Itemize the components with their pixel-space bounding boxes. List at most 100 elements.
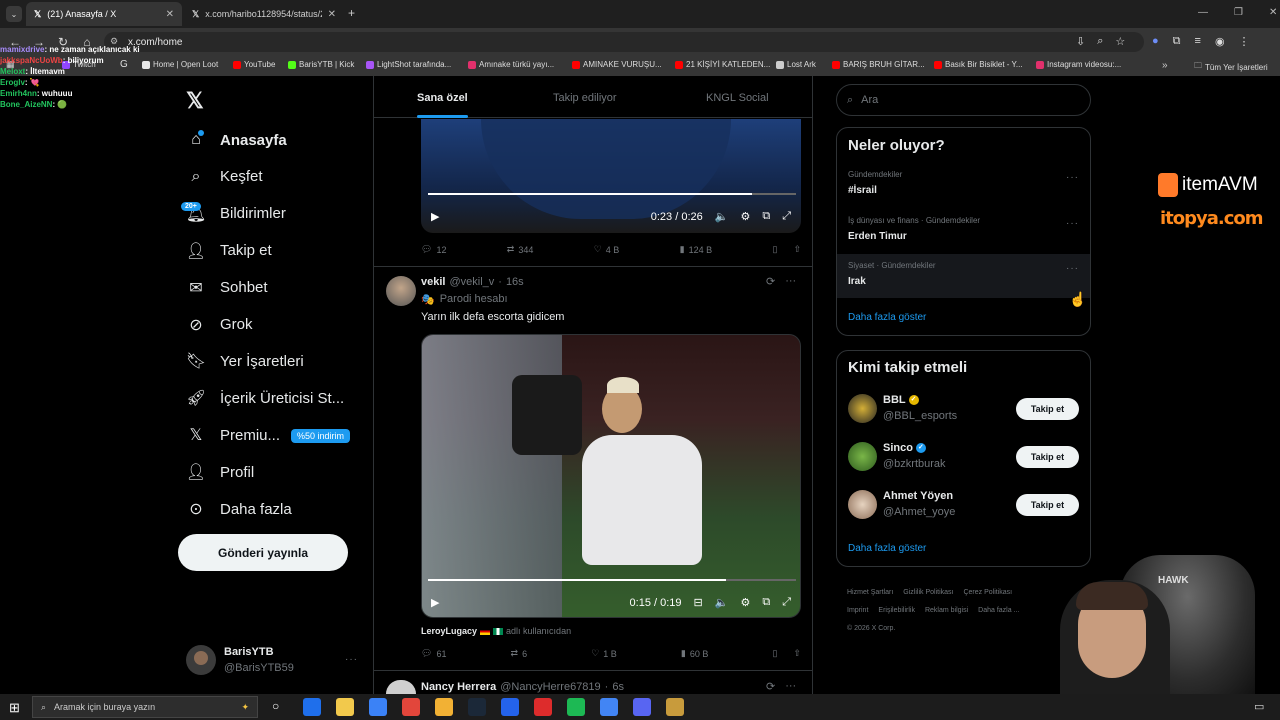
- windows-start-icon[interactable]: ⊞: [9, 700, 20, 716]
- like-button[interactable]: ♡ 4 B: [594, 244, 620, 255]
- close-tab-icon[interactable]: ✕: [328, 9, 336, 20]
- tab-following[interactable]: Takip ediliyor: [553, 92, 617, 104]
- trend-name[interactable]: Irak: [848, 276, 866, 287]
- trend-name[interactable]: #İsrail: [848, 185, 877, 196]
- minimize-icon[interactable]: —: [1198, 7, 1208, 18]
- chrome-icon[interactable]: [402, 698, 420, 716]
- bookmark-item[interactable]: Instagram videosu:...: [1036, 60, 1121, 69]
- play-icon[interactable]: ▶: [431, 210, 439, 223]
- follow-button[interactable]: Takip et: [1016, 494, 1079, 516]
- bookmark-icon[interactable]: ▯: [772, 648, 777, 659]
- who-show-more[interactable]: Daha fazla göster: [848, 543, 926, 554]
- bookmark-item[interactable]: YouTube: [233, 60, 275, 69]
- nav-daha-fazla[interactable]: ⊙ Daha fazla: [186, 499, 291, 519]
- views-button[interactable]: ▮ 60 B: [681, 648, 708, 659]
- follow-name-row[interactable]: Ahmet Yöyen: [883, 490, 953, 502]
- repost-button[interactable]: ⇄ 6: [511, 648, 528, 659]
- trend-more-icon[interactable]: ···: [1066, 172, 1079, 183]
- settings-icon[interactable]: ⚙: [740, 596, 750, 609]
- x-logo-icon[interactable]: 𝕏: [186, 88, 204, 114]
- window-close-icon[interactable]: ✕: [1269, 7, 1277, 18]
- settings-icon[interactable]: ⚙: [740, 210, 750, 223]
- nav-takip-et[interactable]: 👤︎ Takip et: [186, 241, 272, 261]
- bookmark-item[interactable]: BARIŞ BRUH GİTAR...: [832, 60, 925, 69]
- bookmark-icon[interactable]: ▯: [772, 244, 777, 255]
- captions-icon[interactable]: ⊟: [694, 596, 703, 609]
- follow-avatar[interactable]: [848, 442, 877, 471]
- fullscreen-icon[interactable]: ⤢: [782, 596, 791, 609]
- post3-name[interactable]: Nancy Herrera: [421, 681, 496, 693]
- task-view-icon[interactable]: ○: [272, 699, 279, 713]
- steam-icon[interactable]: [468, 698, 486, 716]
- follow-button[interactable]: Takip et: [1016, 398, 1079, 420]
- browser-tab-active[interactable]: 𝕏 (21) Anasayfa / X ✕: [26, 2, 182, 26]
- bookmarks-overflow-icon[interactable]: »: [1162, 60, 1168, 71]
- nav-grok[interactable]: ⊘ Grok: [186, 315, 252, 335]
- reply-button[interactable]: 💬︎ 12: [421, 244, 446, 255]
- edge-icon[interactable]: [369, 698, 387, 716]
- post2-handle[interactable]: @vekil_v: [449, 276, 494, 288]
- close-tab-icon[interactable]: ✕: [166, 9, 174, 20]
- account-more-icon[interactable]: ···: [345, 654, 358, 665]
- follow-avatar[interactable]: [848, 394, 877, 423]
- post-more-icon[interactable]: ···: [785, 680, 796, 693]
- maximize-icon[interactable]: ❐: [1234, 7, 1243, 18]
- new-tab-button[interactable]: +: [348, 6, 355, 20]
- game-app-icon[interactable]: [534, 698, 552, 716]
- pip-icon[interactable]: ⧉: [762, 210, 770, 223]
- notes-app-icon[interactable]: [336, 698, 354, 716]
- follow-avatar[interactable]: [848, 490, 877, 519]
- zoom-icon[interactable]: ⌕: [1097, 35, 1103, 48]
- pip-icon[interactable]: ⧉: [762, 596, 770, 609]
- trends-show-more[interactable]: Daha fazla göster: [848, 312, 926, 323]
- bookmark-item[interactable]: Lost Ark: [776, 60, 816, 69]
- footer-link[interactable]: Imprint: [847, 607, 868, 614]
- bookmark-item[interactable]: LightShot tarafında...: [366, 60, 451, 69]
- footer-link[interactable]: Hizmet Şartları: [847, 589, 893, 596]
- follow-button[interactable]: Takip et: [1016, 446, 1079, 468]
- footer-link[interactable]: Reklam bilgisi: [925, 607, 968, 614]
- reply-button[interactable]: 💬︎ 61: [421, 648, 446, 659]
- grok-icon[interactable]: ⟳: [766, 275, 775, 288]
- grok-icon[interactable]: ⟳: [766, 680, 775, 693]
- tab-for-you[interactable]: Sana özel: [417, 92, 468, 104]
- search-input[interactable]: ⌕ Ara: [836, 84, 1091, 116]
- play-icon[interactable]: ▶: [431, 596, 439, 609]
- notification-center-icon[interactable]: ▭: [1254, 700, 1264, 713]
- extension-icon[interactable]: ●: [1152, 35, 1159, 48]
- nav-profil[interactable]: 👤︎ Profil: [186, 462, 254, 482]
- post2-name[interactable]: vekil: [421, 276, 445, 288]
- taskbar-search[interactable]: ⌕ Aramak için buraya yazın ✦: [32, 696, 258, 718]
- all-bookmarks-folder[interactable]: 🗀 Tüm Yer İşaretleri: [1194, 60, 1268, 74]
- profile-icon[interactable]: ◉: [1215, 35, 1225, 48]
- volume-icon[interactable]: 🔈: [715, 210, 729, 223]
- share-icon[interactable]: ⇧: [793, 648, 801, 659]
- footer-link[interactable]: Daha fazla ...: [978, 607, 1019, 614]
- crypto-app-icon[interactable]: [303, 698, 321, 716]
- bookmark-item[interactable]: Amınake türkü yayı...: [468, 60, 554, 69]
- discord-icon[interactable]: [633, 698, 651, 716]
- account-avatar[interactable]: [186, 645, 216, 675]
- nav-premiu-[interactable]: 𝕏 Premiu...: [186, 425, 280, 445]
- chrome-active-icon[interactable]: [600, 698, 618, 716]
- nav-bildirimler[interactable]: 🔔︎ Bildirimler: [186, 204, 286, 224]
- like-button[interactable]: ♡ 1 B: [591, 648, 617, 659]
- post3-handle[interactable]: @NancyHerre67819: [500, 681, 600, 693]
- post2-progress-track[interactable]: [428, 579, 796, 581]
- volume-icon[interactable]: 🔈: [715, 596, 729, 609]
- trend-name[interactable]: Erden Timur: [848, 231, 907, 242]
- star-icon[interactable]: ☆: [1115, 35, 1125, 48]
- nav-yer-i-şaretleri[interactable]: 🔖︎ Yer İşaretleri: [186, 351, 304, 371]
- share-icon[interactable]: ⇧: [793, 244, 801, 255]
- nav-sohbet[interactable]: ✉ Sohbet: [186, 278, 267, 298]
- follow-name-row[interactable]: BBL ✓: [883, 394, 919, 406]
- bookmark-item[interactable]: 21 KİŞİYİ KATLEDEN...: [675, 60, 770, 69]
- app-icon[interactable]: [501, 698, 519, 716]
- install-icon[interactable]: ⇩: [1076, 35, 1085, 48]
- puzzle-icon[interactable]: ⧉: [1173, 35, 1181, 48]
- browser-tab[interactable]: 𝕏 x.com/haribo1128954/status/2 ✕: [184, 2, 344, 26]
- fullscreen-icon[interactable]: ⤢: [782, 210, 791, 223]
- bookmark-item[interactable]: Basık Bir Bisiklet - Y...: [934, 60, 1023, 69]
- post2-video[interactable]: [421, 334, 801, 618]
- trend-more-icon[interactable]: ···: [1066, 263, 1079, 274]
